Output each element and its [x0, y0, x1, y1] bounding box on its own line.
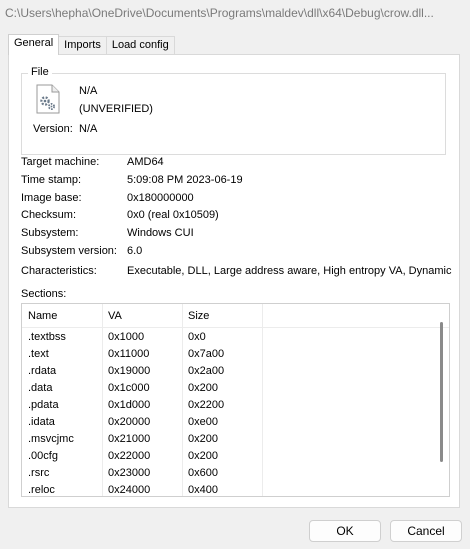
vertical-scrollbar-thumb[interactable] — [440, 322, 443, 462]
checksum-value: 0x0 (real 0x10509) — [127, 209, 219, 221]
time-stamp-value: 5:09:08 PM 2023-06-19 — [127, 174, 243, 186]
column-header-size[interactable]: Size — [188, 310, 209, 322]
dll-file-gear-icon — [36, 84, 60, 114]
section-va: 0x24000 — [108, 484, 151, 496]
characteristics-label: Characteristics: — [21, 265, 97, 277]
section-va: 0x21000 — [108, 433, 151, 445]
section-size: 0x200 — [188, 450, 218, 462]
title-bar: C:\Users\hepha\OneDrive\Documents\Progra… — [0, 0, 470, 28]
image-base-label: Image base: — [21, 192, 82, 204]
section-name: .text — [28, 348, 49, 360]
file-group-label: File — [28, 66, 52, 78]
section-va: 0x1c000 — [108, 382, 150, 394]
file-group: File N/A (UNVERIFIED) Version: N/A — [21, 66, 446, 155]
table-row[interactable]: .reloc 0x24000 0x400 — [22, 482, 432, 496]
sections-list-header: Name VA Size — [22, 304, 449, 328]
checksum-label: Checksum: — [21, 209, 77, 221]
section-size: 0x200 — [188, 382, 218, 394]
section-va: 0x23000 — [108, 467, 151, 479]
table-row[interactable]: .00cfg 0x22000 0x200 — [22, 448, 432, 465]
subsystem-version-label: Subsystem version: — [21, 245, 117, 257]
version-label: Version: — [33, 123, 73, 135]
cancel-button[interactable]: Cancel — [390, 520, 462, 542]
tab-load-config[interactable]: Load config — [105, 36, 175, 54]
table-row[interactable]: .rsrc 0x23000 0x600 — [22, 465, 432, 482]
general-tab-panel: File N/A (UNVERIFIED) Version: N/A Targe… — [8, 54, 460, 508]
sections-label: Sections: — [21, 288, 67, 300]
table-row[interactable]: .idata 0x20000 0xe00 — [22, 414, 432, 431]
section-size: 0x7a00 — [188, 348, 225, 360]
file-verification-status: (UNVERIFIED) — [79, 103, 153, 115]
characteristics-value: Executable, DLL, Large address aware, Hi… — [127, 265, 453, 277]
section-size: 0x200 — [188, 433, 218, 445]
section-va: 0x1000 — [108, 331, 145, 343]
file-name: N/A — [79, 85, 98, 97]
table-row[interactable]: .rdata 0x19000 0x2a00 — [22, 363, 432, 380]
subsystem-value: Windows CUI — [127, 227, 194, 239]
image-base-value: 0x180000000 — [127, 192, 194, 204]
table-row[interactable]: .text 0x11000 0x7a00 — [22, 346, 432, 363]
section-va: 0x22000 — [108, 450, 151, 462]
section-size: 0x400 — [188, 484, 218, 496]
table-row[interactable]: .pdata 0x1d000 0x2200 — [22, 397, 432, 414]
tab-general[interactable]: General — [8, 34, 60, 55]
section-size: 0x0 — [188, 331, 206, 343]
table-row[interactable]: .data 0x1c000 0x200 — [22, 380, 432, 397]
ok-button[interactable]: OK — [309, 520, 381, 542]
column-header-va[interactable]: VA — [108, 310, 122, 322]
time-stamp-label: Time stamp: — [21, 174, 82, 186]
section-name: .idata — [28, 416, 55, 428]
section-size: 0x2a00 — [188, 365, 225, 377]
section-size: 0x600 — [188, 467, 218, 479]
sections-list[interactable]: Name VA Size .textbss 0x1000 0x0 .text 0… — [21, 303, 450, 497]
target-machine-value: AMD64 — [127, 156, 164, 168]
section-va: 0x20000 — [108, 416, 151, 428]
section-name: .reloc — [28, 484, 55, 496]
section-name: .00cfg — [28, 450, 58, 462]
section-va: 0x19000 — [108, 365, 151, 377]
section-size: 0x2200 — [188, 399, 225, 411]
tab-strip: General Imports Load config — [8, 34, 175, 55]
table-row[interactable]: .msvcjmc 0x21000 0x200 — [22, 431, 432, 448]
tab-imports[interactable]: Imports — [58, 36, 107, 54]
section-size: 0xe00 — [188, 416, 218, 428]
section-name: .rsrc — [28, 467, 50, 479]
version-value: N/A — [79, 123, 98, 135]
section-name: .textbss — [28, 331, 66, 343]
section-va: 0x1d000 — [108, 399, 151, 411]
section-va: 0x11000 — [108, 348, 150, 360]
window-title: C:\Users\hepha\OneDrive\Documents\Progra… — [5, 6, 434, 20]
section-name: .rdata — [28, 365, 57, 377]
column-header-name[interactable]: Name — [28, 310, 57, 322]
table-row[interactable]: .textbss 0x1000 0x0 — [22, 329, 432, 346]
section-name: .pdata — [28, 399, 59, 411]
section-name: .data — [28, 382, 53, 394]
subsystem-label: Subsystem: — [21, 227, 79, 239]
target-machine-label: Target machine: — [21, 156, 100, 168]
section-name: .msvcjmc — [28, 433, 74, 445]
subsystem-version-value: 6.0 — [127, 245, 143, 257]
